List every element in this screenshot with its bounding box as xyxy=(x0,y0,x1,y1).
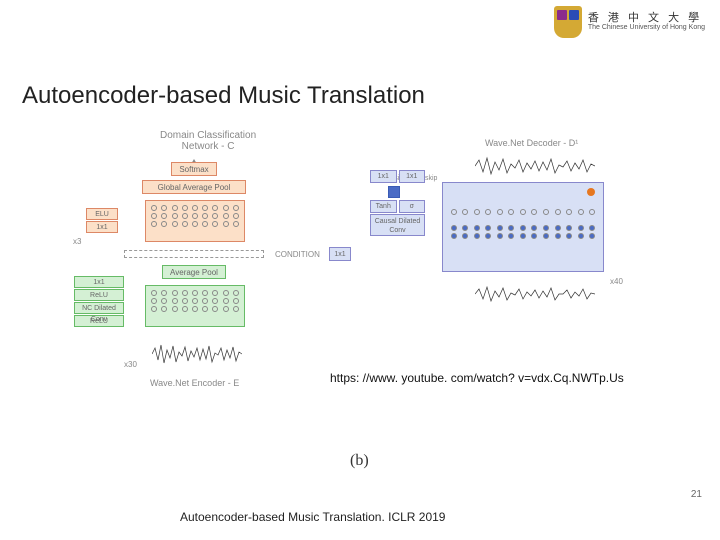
shield-icon xyxy=(554,6,582,38)
avg-pool-block: Average Pool xyxy=(162,265,226,279)
latent-code xyxy=(124,250,264,258)
decoder-label: Wave.Net Decoder - D¹ xyxy=(485,138,578,148)
uni-chinese: 香 港 中 文 大 學 xyxy=(588,12,705,24)
figure-label: (b) xyxy=(350,452,369,470)
decoder-waveform-top xyxy=(475,155,595,177)
encoder-label: Wave.Net Encoder - E xyxy=(150,378,239,388)
enc-relu2: ReLU xyxy=(74,315,124,327)
uni-english: The Chinese University of Hong Kong xyxy=(588,24,705,32)
youtube-link[interactable]: https: //www. youtube. com/watch? v=vdx.… xyxy=(330,371,624,385)
dec-sigma: σ xyxy=(399,200,426,213)
x30-label: x30 xyxy=(124,360,137,369)
x3-label: x3 xyxy=(73,237,81,246)
dec-1x1b: 1x1 xyxy=(399,170,426,183)
skip-label: skip xyxy=(425,175,437,182)
elu-block: ELU xyxy=(86,208,118,220)
multiply-icon xyxy=(388,186,400,198)
condition-label: CONDITION xyxy=(275,250,320,259)
encoder-waveform xyxy=(152,340,242,368)
dec-causal: Causal Dilated Conv xyxy=(370,214,425,236)
architecture-diagram: Domain Classification Network - C Softma… xyxy=(70,130,650,450)
encoder-group: 1x1 ReLU NC Dilated Conv ReLU xyxy=(74,276,124,328)
dcn-layers xyxy=(145,200,245,242)
oneone-block: 1x1 xyxy=(86,221,118,233)
decoder-panel xyxy=(442,182,604,272)
dec-1x1a: 1x1 xyxy=(370,170,397,183)
dec-tanh: Tanh xyxy=(370,200,397,213)
enc-ncdil: NC Dilated Conv xyxy=(74,302,124,314)
softmax-block: Softmax xyxy=(171,162,217,176)
page-number: 21 xyxy=(691,489,702,500)
encoder-layers xyxy=(145,285,245,327)
decoder-waveform-bottom xyxy=(475,283,595,305)
elu-group: ELU 1x1 xyxy=(86,208,118,234)
slide-title: Autoencoder-based Music Translation xyxy=(22,82,425,110)
condition-1x1: 1x1 xyxy=(329,247,351,261)
output-node-icon xyxy=(587,188,595,196)
enc-relu: ReLU xyxy=(74,289,124,301)
global-avg-pool-block: Global Average Pool xyxy=(142,180,246,194)
dcn-label: Domain Classification Network - C xyxy=(160,130,256,152)
enc-1x1: 1x1 xyxy=(74,276,124,288)
university-header: 香 港 中 文 大 學 The Chinese University of Ho… xyxy=(554,6,705,38)
x40-label: x40 xyxy=(610,277,623,286)
university-name: 香 港 中 文 大 學 The Chinese University of Ho… xyxy=(588,12,705,32)
decoder-group: 1x1 1x1 Tanh σ Causal Dilated Conv xyxy=(370,170,425,237)
footer-citation: Autoencoder-based Music Translation. ICL… xyxy=(180,510,445,524)
